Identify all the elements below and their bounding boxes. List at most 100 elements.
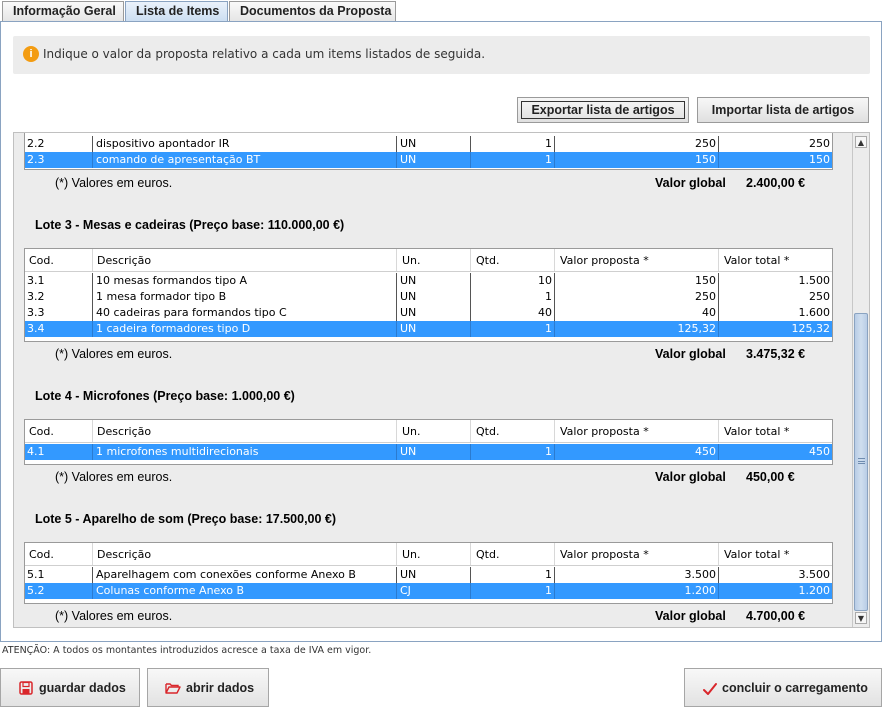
cell-cod: 3.4 [25,321,93,337]
table-row[interactable]: 5.2 Colunas conforme Anexo B CJ 1 1.200 … [25,583,832,599]
tab-informacao-geral[interactable]: Informação Geral [2,1,124,22]
cell-valor-total: 125,32 [791,322,831,335]
lote-2-table: 2.2 dispositivo apontador IR UN 1 250 25… [24,133,833,170]
global-value-label: Valor global [655,609,726,623]
global-value-lote-5: 4.700,00 € [746,609,806,623]
cell-descricao: Aparelhagem com conexões conforme Anexo … [93,567,397,583]
vat-warning: ATENÇÃO: A todos os montantes introduzid… [2,645,372,656]
cell-un: UN [397,305,471,321]
cell-qtd: 1 [471,444,555,460]
column-header-valor-proposta[interactable]: Valor proposta * [555,420,719,442]
cell-valor-total: 150 [809,153,830,166]
currency-note: (*) Valores em euros. [55,176,173,190]
cell-valor-total: 450 [809,445,830,458]
column-header-valor-total[interactable]: Valor total * [719,420,832,442]
arrow-down-icon[interactable]: ▼ [855,612,867,624]
global-value-label: Valor global [655,470,726,484]
cell-qtd: 1 [471,567,555,583]
lote-4-title: Lote 4 - Microfones (Preço base: 1.000,0… [35,389,295,403]
table-row[interactable]: 2.2 dispositivo apontador IR UN 1 250 25… [25,136,832,152]
table-row[interactable]: 3.4 1 cadeira formadores tipo D UN 1 125… [25,321,832,337]
table-row[interactable]: 5.1 Aparelhagem com conexões conforme An… [25,567,832,583]
column-header-valor-proposta[interactable]: Valor proposta * [555,249,719,271]
cell-valor-proposta[interactable]: 250 [555,289,719,305]
open-data-label: abrir dados [186,681,255,695]
import-items-button[interactable]: Importar lista de artigos [697,97,869,123]
column-header-qtd[interactable]: Qtd. [471,420,555,442]
column-header-cod[interactable]: Cod. [25,543,93,565]
table-header: Cod. Descrição Un. Qtd. Valor proposta *… [25,249,832,272]
table-row[interactable]: 3.3 40 cadeiras para formandos tipo C UN… [25,305,832,321]
column-header-qtd[interactable]: Qtd. [471,249,555,271]
cell-descricao: dispositivo apontador IR [93,136,397,152]
column-header-valor-total[interactable]: Valor total * [719,543,832,565]
column-header-descricao[interactable]: Descrição [93,543,397,565]
column-header-cod[interactable]: Cod. [25,249,93,271]
cell-valor-proposta[interactable]: 40 [555,305,719,321]
cell-valor-total: 250 [809,290,830,303]
global-value-label: Valor global [655,176,726,190]
column-header-valor-total[interactable]: Valor total * [719,249,832,271]
items-scroll-area[interactable]: 2.2 dispositivo apontador IR UN 1 250 25… [13,132,870,628]
column-header-qtd[interactable]: Qtd. [471,543,555,565]
vertical-scrollbar[interactable]: ▲ ▼ [852,133,869,627]
tab-documentos-da-proposta[interactable]: Documentos da Proposta [229,1,396,22]
grip-icon [858,458,865,464]
cell-qtd: 1 [471,583,555,599]
scrollbar-thumb[interactable] [854,313,868,611]
column-header-valor-proposta[interactable]: Valor proposta * [555,543,719,565]
cell-un: UN [397,273,471,289]
info-banner: i Indique o valor da proposta relativo a… [13,36,870,74]
cell-valor-proposta[interactable]: 450 [555,444,719,460]
column-header-descricao[interactable]: Descrição [93,249,397,271]
cell-un: CJ [397,583,471,599]
cell-valor-proposta[interactable]: 150 [555,152,719,168]
cell-valor-total: 1.600 [798,306,831,319]
export-items-button[interactable]: Exportar lista de artigos [517,97,689,123]
cell-valor-total: 1.200 [798,584,831,597]
table-header: Cod. Descrição Un. Qtd. Valor proposta *… [25,420,832,443]
column-header-un[interactable]: Un. [397,543,471,565]
global-value-lote-4: 450,00 € [746,470,795,484]
cell-qtd: 1 [471,289,555,305]
save-data-label: guardar dados [39,681,126,695]
finish-upload-button[interactable]: concluir o carregamento [684,668,882,707]
cell-cod: 5.1 [25,567,93,583]
tab-bar: Informação Geral Lista de Items Document… [0,0,882,23]
cell-descricao: comando de apresentação BT [93,152,397,168]
cell-valor-proposta[interactable]: 125,32 [555,321,719,337]
check-mark-icon [703,683,717,695]
cell-valor-total: 250 [809,137,830,150]
cell-valor-proposta[interactable]: 150 [555,273,719,289]
tab-lista-de-items[interactable]: Lista de Items [125,1,228,23]
column-header-descricao[interactable]: Descrição [93,420,397,442]
lote-3-table: Cod. Descrição Un. Qtd. Valor proposta *… [24,248,833,342]
cell-descricao: 40 cadeiras para formandos tipo C [93,305,397,321]
table-row[interactable]: 4.1 1 microfones multidirecionais UN 1 4… [25,444,832,460]
cell-cod: 2.2 [25,136,93,152]
column-header-cod[interactable]: Cod. [25,420,93,442]
cell-qtd: 40 [471,305,555,321]
column-header-un[interactable]: Un. [397,249,471,271]
save-data-button[interactable]: guardar dados [0,668,140,707]
currency-note: (*) Valores em euros. [55,347,173,361]
cell-valor-total: 3.500 [798,568,831,581]
table-row[interactable]: 3.2 1 mesa formador tipo B UN 1 250 250 [25,289,832,305]
cell-valor-proposta[interactable]: 250 [555,136,719,152]
lote-5-table: Cod. Descrição Un. Qtd. Valor proposta *… [24,542,833,604]
arrow-up-icon[interactable]: ▲ [855,136,867,148]
lote-4-table: Cod. Descrição Un. Qtd. Valor proposta *… [24,419,833,465]
open-data-button[interactable]: abrir dados [147,668,269,707]
cell-cod: 3.2 [25,289,93,305]
lote-3-title: Lote 3 - Mesas e cadeiras (Preço base: 1… [35,218,345,232]
cell-cod: 5.2 [25,583,93,599]
table-row[interactable]: 2.3 comando de apresentação BT UN 1 150 … [25,152,832,168]
cell-descricao: Colunas conforme Anexo B [93,583,397,599]
table-row[interactable]: 3.1 10 mesas formandos tipo A UN 10 150 … [25,273,832,289]
cell-valor-proposta[interactable]: 3.500 [555,567,719,583]
cell-qtd: 1 [471,321,555,337]
cell-valor-proposta[interactable]: 1.200 [555,583,719,599]
cell-descricao: 10 mesas formandos tipo A [93,273,397,289]
currency-note: (*) Valores em euros. [55,609,173,623]
column-header-un[interactable]: Un. [397,420,471,442]
